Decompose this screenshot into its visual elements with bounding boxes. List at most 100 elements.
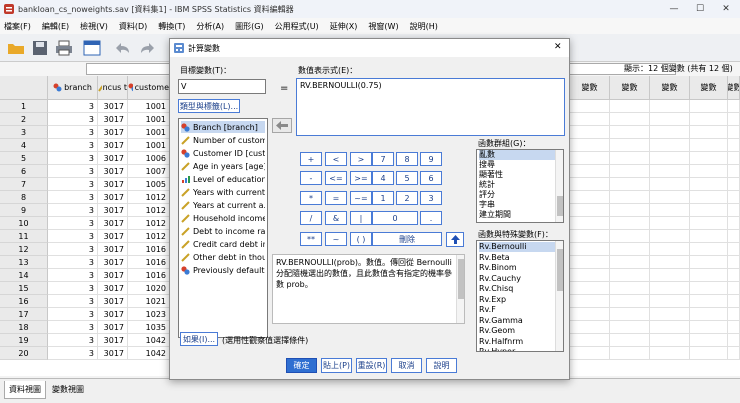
function-group-item[interactable]: 搜尋 — [479, 160, 495, 170]
row-number[interactable]: 19 — [0, 334, 48, 347]
function-item[interactable]: Rv.Geom — [479, 326, 515, 336]
grid-cell[interactable] — [650, 178, 690, 191]
function-group-scrollbar[interactable] — [555, 150, 563, 222]
minimize-button[interactable]: — — [662, 0, 686, 18]
variable-item[interactable]: Debt to income rat... — [181, 225, 265, 237]
keypad-parentheses-button[interactable]: ( ) — [350, 232, 372, 246]
function-item[interactable]: Rv.Halfnrm — [479, 337, 523, 347]
row-number[interactable]: 2 — [0, 113, 48, 126]
row-number[interactable]: 6 — [0, 165, 48, 178]
grid-cell[interactable]: 3017 — [98, 152, 128, 165]
grid-cell[interactable] — [690, 178, 728, 191]
variable-item[interactable]: Customer ID [cust... — [181, 147, 265, 159]
row-number[interactable]: 13 — [0, 256, 48, 269]
paste-button[interactable]: 貼上(P) — [321, 358, 352, 373]
grid-cell[interactable] — [650, 269, 690, 282]
grid-cell[interactable] — [610, 256, 650, 269]
grid-cell[interactable] — [610, 113, 650, 126]
variable-item[interactable]: Number of custom... — [181, 134, 265, 146]
variable-list[interactable]: Branch [branch] Number of custom... Cust… — [178, 118, 268, 338]
grid-cell[interactable] — [728, 334, 740, 347]
grid-cell[interactable]: 3 — [48, 269, 98, 282]
grid-cell[interactable] — [570, 282, 610, 295]
keypad-digit-4-button[interactable]: 4 — [372, 171, 394, 185]
variable-item[interactable]: Age in years [age] — [181, 160, 265, 172]
grid-cell[interactable]: 3 — [48, 256, 98, 269]
close-window-button[interactable]: ✕ — [714, 0, 738, 18]
grid-cell[interactable]: 1035 — [128, 321, 170, 334]
grid-cell[interactable]: 3 — [48, 217, 98, 230]
grid-cell[interactable] — [690, 165, 728, 178]
menu-utilities[interactable]: 公用程式(U) — [275, 21, 319, 32]
variable-item[interactable]: Other debt in thou... — [181, 251, 265, 263]
keypad-multiply-button[interactable]: * — [300, 191, 322, 205]
column-header-branch[interactable]: branch — [48, 76, 98, 100]
keypad-power-button[interactable]: ** — [300, 232, 322, 246]
grid-cell[interactable]: 1021 — [128, 295, 170, 308]
grid-cell[interactable] — [728, 347, 740, 360]
grid-cell[interactable] — [728, 178, 740, 191]
grid-cell[interactable]: 3017 — [98, 165, 128, 178]
grid-cell[interactable] — [650, 165, 690, 178]
grid-cell[interactable] — [690, 295, 728, 308]
function-item[interactable]: Rv.Hyper — [479, 347, 515, 351]
grid-cell[interactable]: 3017 — [98, 269, 128, 282]
grid-cell[interactable] — [690, 126, 728, 139]
grid-cell[interactable] — [650, 334, 690, 347]
grid-cell[interactable] — [650, 139, 690, 152]
grid-cell[interactable] — [728, 204, 740, 217]
grid-cell[interactable] — [610, 269, 650, 282]
grid-cell[interactable] — [650, 321, 690, 334]
grid-cell[interactable]: 3017 — [98, 204, 128, 217]
keypad-digit-5-button[interactable]: 5 — [396, 171, 418, 185]
close-dialog-icon[interactable]: ✕ — [554, 42, 562, 52]
grid-cell[interactable] — [728, 282, 740, 295]
grid-cell[interactable]: 1012 — [128, 204, 170, 217]
grid-cell[interactable] — [690, 256, 728, 269]
grid-cell[interactable] — [690, 152, 728, 165]
grid-cell[interactable]: 3 — [48, 126, 98, 139]
row-number[interactable]: 11 — [0, 230, 48, 243]
grid-cell[interactable] — [690, 308, 728, 321]
menu-view[interactable]: 檢視(V) — [80, 21, 108, 32]
function-item[interactable]: Rv.Chisq — [479, 284, 513, 294]
keypad-equal-button[interactable]: = — [325, 191, 347, 205]
grid-cell[interactable]: 3017 — [98, 100, 128, 113]
grid-cell[interactable] — [690, 243, 728, 256]
grid-cell[interactable]: 1012 — [128, 230, 170, 243]
grid-cell[interactable] — [610, 165, 650, 178]
grid-cell[interactable]: 3017 — [98, 334, 128, 347]
grid-cell[interactable] — [690, 204, 728, 217]
grid-cell[interactable] — [610, 204, 650, 217]
maximize-button[interactable]: ☐ — [688, 0, 712, 18]
grid-cell[interactable]: 3017 — [98, 308, 128, 321]
cancel-button[interactable]: 取消 — [391, 358, 422, 373]
column-header-customer[interactable]: custome — [128, 76, 170, 100]
grid-cell[interactable] — [610, 321, 650, 334]
undo-button[interactable] — [112, 38, 132, 58]
help-button[interactable]: 說明 — [426, 358, 457, 373]
row-number[interactable]: 15 — [0, 282, 48, 295]
grid-cell[interactable] — [570, 347, 610, 360]
grid-cell[interactable]: 3 — [48, 191, 98, 204]
grid-cell[interactable]: 3 — [48, 100, 98, 113]
grid-cell[interactable]: 3 — [48, 321, 98, 334]
row-number[interactable]: 18 — [0, 321, 48, 334]
grid-cell[interactable]: 1001 — [128, 139, 170, 152]
grid-cell[interactable] — [610, 308, 650, 321]
grid-cell[interactable]: 1001 — [128, 113, 170, 126]
function-item[interactable]: Rv.F — [479, 305, 496, 315]
menu-graphs[interactable]: 圖形(G) — [235, 21, 263, 32]
row-number[interactable]: 12 — [0, 243, 48, 256]
grid-cell[interactable] — [570, 165, 610, 178]
grid-cell[interactable]: 1007 — [128, 165, 170, 178]
grid-cell[interactable] — [728, 295, 740, 308]
grid-cell[interactable] — [690, 282, 728, 295]
grid-cell[interactable] — [570, 295, 610, 308]
grid-cell[interactable] — [570, 321, 610, 334]
function-list-scrollbar[interactable] — [555, 241, 563, 351]
keypad-and-button[interactable]: & — [325, 211, 347, 225]
grid-cell[interactable]: 1016 — [128, 269, 170, 282]
grid-cell[interactable] — [690, 113, 728, 126]
grid-cell[interactable]: 1042 — [128, 334, 170, 347]
